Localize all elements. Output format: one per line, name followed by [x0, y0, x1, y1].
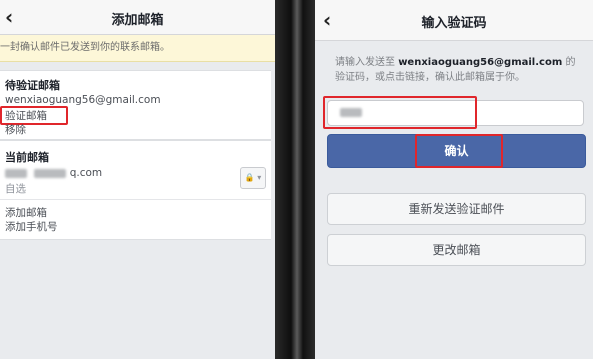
confirmation-notice: 一封确认邮件已发送到你的联系邮箱。 [0, 35, 275, 62]
right-screen: ‹ 输入验证码 请输入发送至 wenxiaoguang56@gmail.com … [315, 0, 593, 359]
current-email-address: q.com [5, 167, 102, 179]
phone-bezel [275, 0, 315, 359]
page-title: 输入验证码 [421, 16, 487, 31]
right-nav-bar: ‹ 输入验证码 [315, 0, 593, 41]
privacy-label: 自选 [5, 183, 26, 195]
pending-email-title: 待验证邮箱 [5, 79, 60, 92]
resend-email-button[interactable]: 重新发送验证邮件 [327, 193, 586, 225]
instruction-prefix: 请输入发送至 [335, 57, 395, 68]
page-title: 添加邮箱 [111, 13, 164, 28]
divider [0, 199, 271, 200]
current-email-title: 当前邮箱 [5, 151, 49, 164]
privacy-lock-button[interactable]: 🔒 ▾ [240, 167, 266, 189]
pending-email-card: 待验证邮箱 wenxiaoguang56@gmail.com 验证邮箱 移除 [0, 70, 271, 140]
instruction-email: wenxiaoguang56@gmail.com [398, 57, 563, 68]
current-email-suffix: q.com [69, 167, 103, 179]
highlight-box [415, 134, 503, 168]
current-email-card: 当前邮箱 q.com 自选 🔒 ▾ 添加邮箱 添加手机号 [0, 140, 271, 240]
highlight-box [323, 96, 477, 129]
redacted-text [5, 168, 27, 178]
redacted-text [34, 168, 67, 178]
remove-email-link[interactable]: 移除 [5, 122, 26, 137]
instruction-text: 请输入发送至 wenxiaoguang56@gmail.com 的验证码，或点击… [335, 55, 585, 85]
add-email-link[interactable]: 添加邮箱 [5, 205, 47, 220]
change-email-button[interactable]: 更改邮箱 [327, 234, 586, 266]
left-screen: ‹ 添加邮箱 一封确认邮件已发送到你的联系邮箱。 待验证邮箱 wenxiaogu… [0, 0, 275, 359]
pending-email-address: wenxiaoguang56@gmail.com [5, 94, 161, 106]
add-phone-link[interactable]: 添加手机号 [5, 219, 58, 234]
left-nav-bar: ‹ 添加邮箱 [0, 0, 275, 35]
